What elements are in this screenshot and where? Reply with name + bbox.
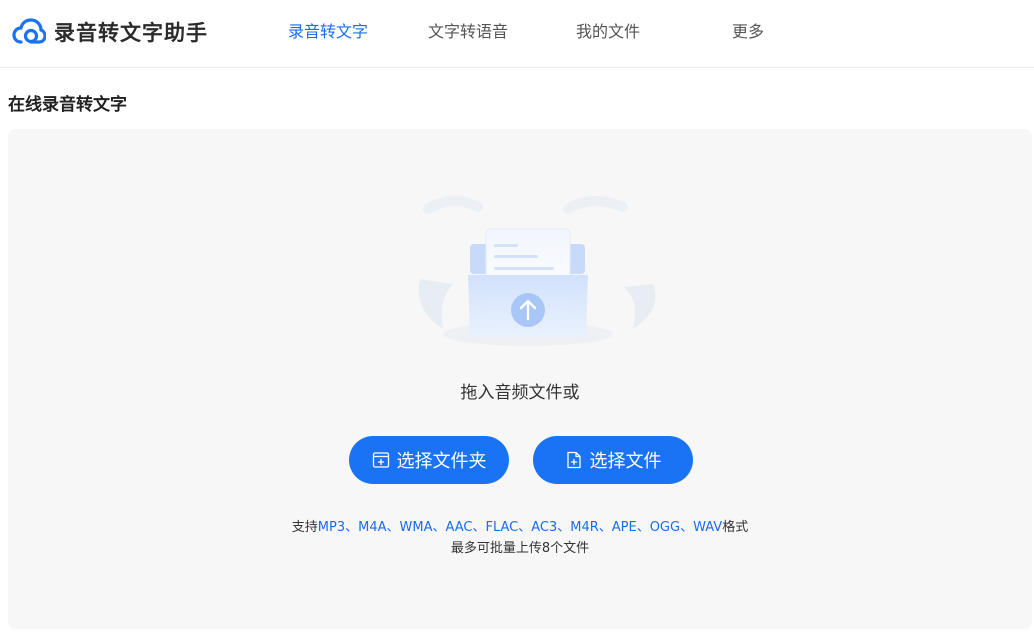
upload-folder-illustration	[418, 196, 656, 346]
drop-hint-text: 拖入音频文件或	[460, 383, 580, 403]
nav-more[interactable]: 更多	[732, 20, 764, 44]
app-name: 录音转文字助手	[54, 21, 208, 45]
supported-formats: 支持MP3、M4A、WMA、AAC、FLAC、AC3、M4R、APE、OGG、W…	[8, 516, 1032, 535]
batch-limit-text: 最多可批量上传8个文件	[450, 541, 590, 556]
select-file-button[interactable]: 选择文件	[533, 436, 693, 484]
select-folder-button[interactable]: 选择文件夹	[349, 436, 509, 484]
page-title: 在线录音转文字	[8, 95, 127, 115]
formats-list: MP3、M4A、WMA、AAC、FLAC、AC3、M4R、APE、OGG、WAV	[317, 520, 723, 535]
select-folder-label: 选择文件夹	[396, 451, 487, 472]
top-header: 录音转文字助手 录音转文字 文字转语音 我的文件 更多	[0, 0, 1034, 68]
cloud-icon	[12, 18, 46, 44]
app-logo[interactable]: 录音转文字助手	[12, 14, 208, 50]
file-plus-icon	[566, 451, 581, 469]
select-file-label: 选择文件	[589, 451, 662, 472]
formats-prefix: 支持	[291, 520, 318, 535]
nav-text-to-speech[interactable]: 文字转语音	[428, 20, 508, 44]
nav-recording-to-text[interactable]: 录音转文字	[288, 20, 368, 44]
upload-drop-zone[interactable]: 拖入音频文件或 选择文件夹 选择文件 支持MP3、M4A、WMA、AAC、FLA…	[8, 129, 1032, 629]
formats-suffix: 格式	[722, 520, 749, 535]
folder-plus-icon	[372, 452, 389, 468]
nav-my-files[interactable]: 我的文件	[576, 20, 640, 44]
